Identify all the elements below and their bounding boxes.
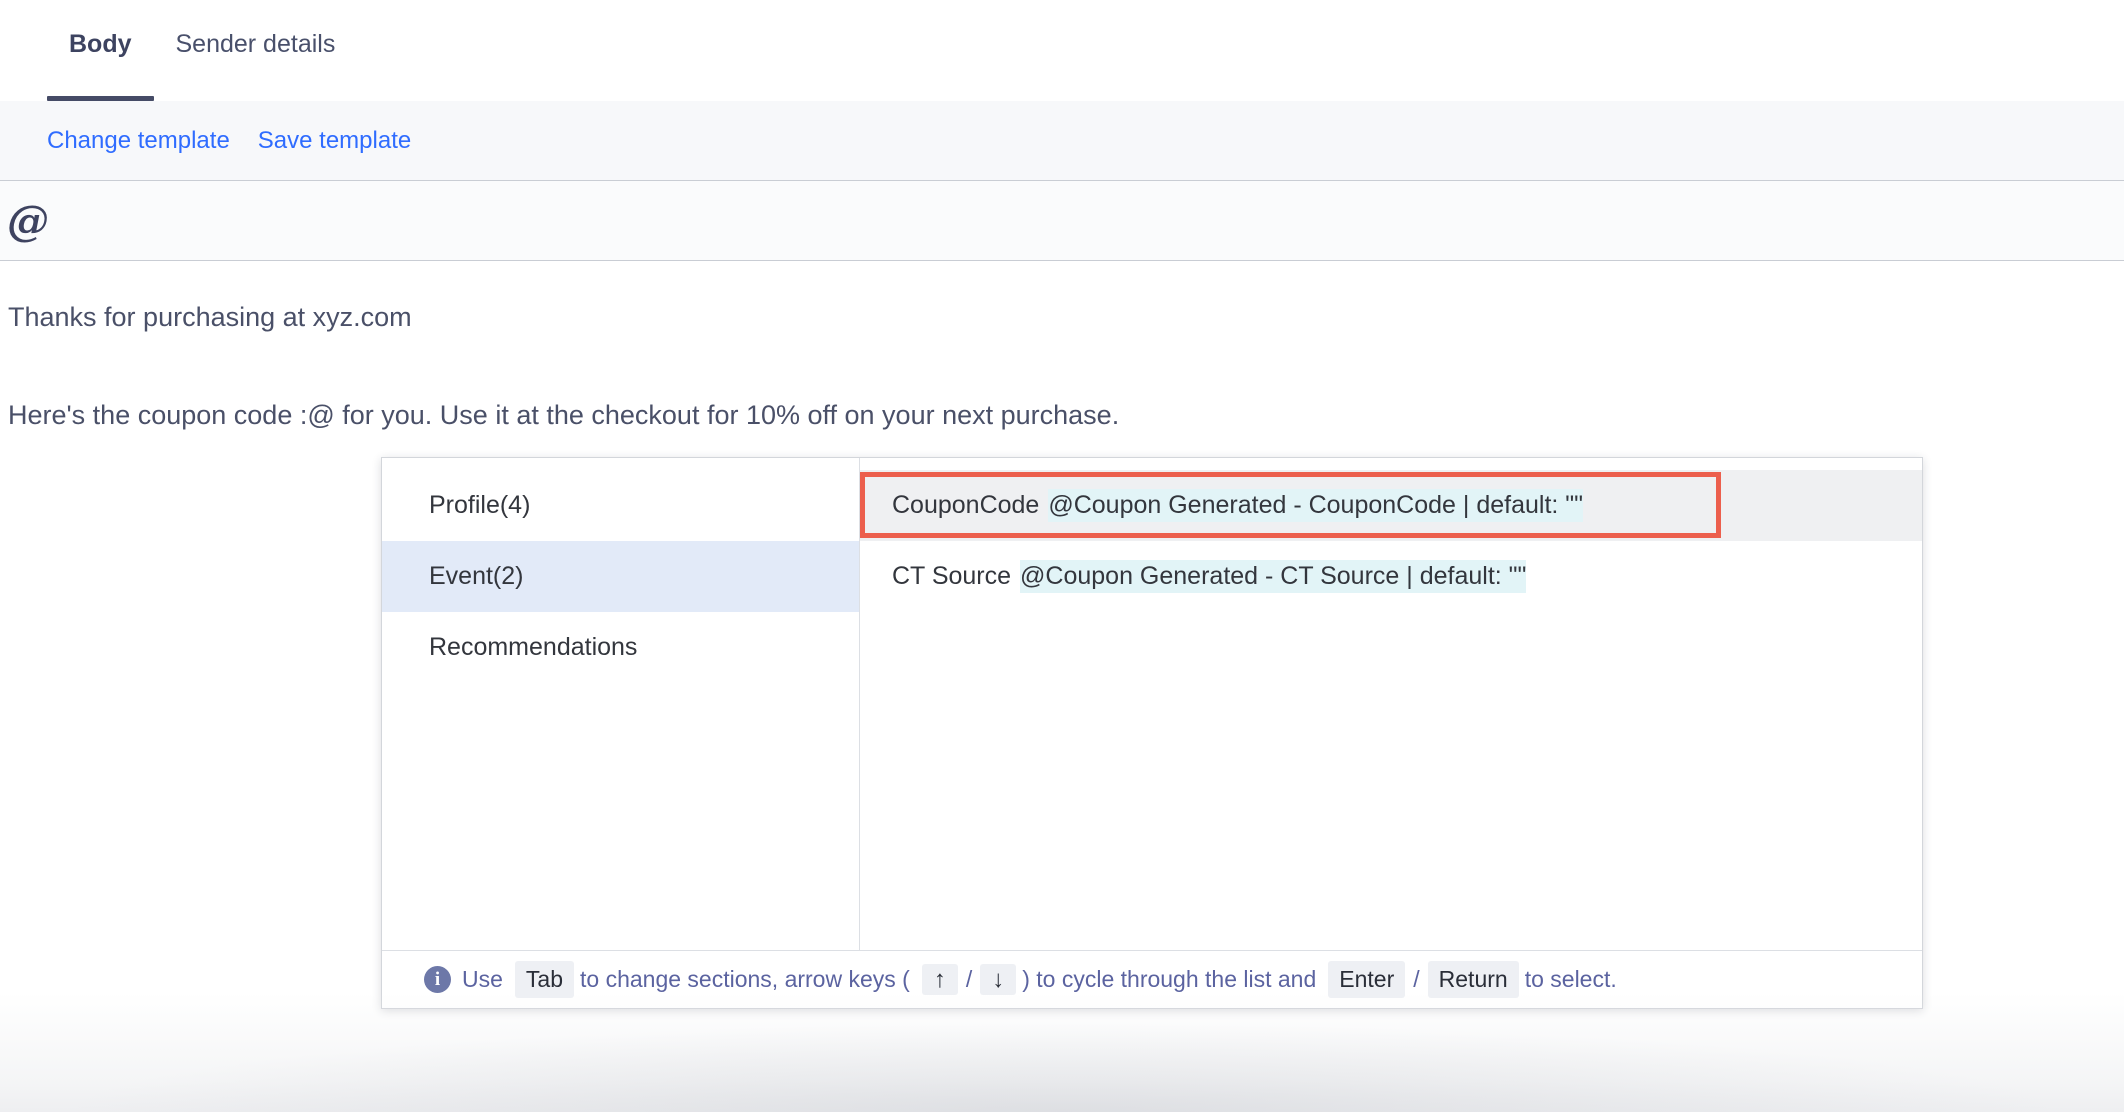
keycap-arrow-down: ↓ bbox=[980, 963, 1017, 996]
body-line-1: Thanks for purchasing at xyz.com bbox=[8, 302, 412, 332]
page-bottom-shadow bbox=[0, 992, 2124, 1112]
hint-change-sections-label: to change sections, arrow keys ( bbox=[580, 966, 910, 992]
tab-body-label: Body bbox=[69, 30, 132, 58]
variable-option-ct-source[interactable]: CT Source @Coupon Generated - CT Source … bbox=[860, 541, 1922, 612]
hint-select-label: to select. bbox=[1524, 966, 1617, 992]
category-item-label: Profile(4) bbox=[429, 491, 531, 519]
change-template-link[interactable]: Change template bbox=[47, 127, 230, 155]
email-body-editor[interactable]: Thanks for purchasing at xyz.com Here's … bbox=[0, 261, 2124, 430]
category-item-label: Recommendations bbox=[429, 633, 638, 661]
category-item-recommendations[interactable]: Recommendations bbox=[382, 612, 859, 683]
editor-toolbar: @ bbox=[0, 181, 2124, 261]
variable-autocomplete-popup: Profile(4) Event(2) Recommendations Coup… bbox=[381, 457, 1923, 1009]
at-sign-icon[interactable]: @ bbox=[2, 195, 54, 247]
variable-option-name: CouponCode bbox=[892, 491, 1040, 519]
tab-sender-details-label: Sender details bbox=[175, 30, 336, 58]
tab-bar: Body Sender details bbox=[0, 0, 2124, 101]
keycap-tab: Tab bbox=[514, 961, 574, 998]
keycap-arrow-up: ↑ bbox=[921, 963, 958, 996]
category-item-event[interactable]: Event(2) bbox=[382, 541, 859, 612]
template-action-bar: Change template Save template bbox=[0, 101, 2124, 181]
popup-columns: Profile(4) Event(2) Recommendations Coup… bbox=[382, 458, 1922, 950]
popup-variable-list: CouponCode @Coupon Generated - CouponCod… bbox=[860, 458, 1922, 950]
popup-keyboard-hint: i Use Tab to change sections, arrow keys… bbox=[382, 950, 1922, 1008]
variable-option-couponcode[interactable]: CouponCode @Coupon Generated - CouponCod… bbox=[860, 470, 1922, 541]
category-item-label: Event(2) bbox=[429, 562, 524, 590]
variable-option-name: CT Source bbox=[892, 562, 1012, 590]
hint-use-label: Use bbox=[462, 966, 503, 992]
popup-category-list: Profile(4) Event(2) Recommendations bbox=[382, 458, 860, 950]
hint-slash-2: / bbox=[1413, 966, 1420, 992]
variable-option-description: @Coupon Generated - CT Source | default:… bbox=[1020, 560, 1527, 593]
hint-slash-1: / bbox=[965, 966, 973, 992]
category-item-profile[interactable]: Profile(4) bbox=[382, 470, 859, 541]
tab-sender-details[interactable]: Sender details bbox=[154, 0, 358, 101]
variable-option-description: @Coupon Generated - CouponCode | default… bbox=[1048, 489, 1584, 522]
save-template-link[interactable]: Save template bbox=[258, 127, 411, 155]
hint-cycle-list-label: ) to cycle through the list and bbox=[1022, 966, 1317, 992]
keycap-return: Return bbox=[1427, 961, 1519, 998]
body-line-2: Here's the coupon code :@ for you. Use i… bbox=[8, 400, 1120, 431]
tab-body[interactable]: Body bbox=[47, 0, 154, 101]
info-circle-icon: i bbox=[424, 966, 451, 993]
keycap-enter: Enter bbox=[1328, 961, 1406, 998]
